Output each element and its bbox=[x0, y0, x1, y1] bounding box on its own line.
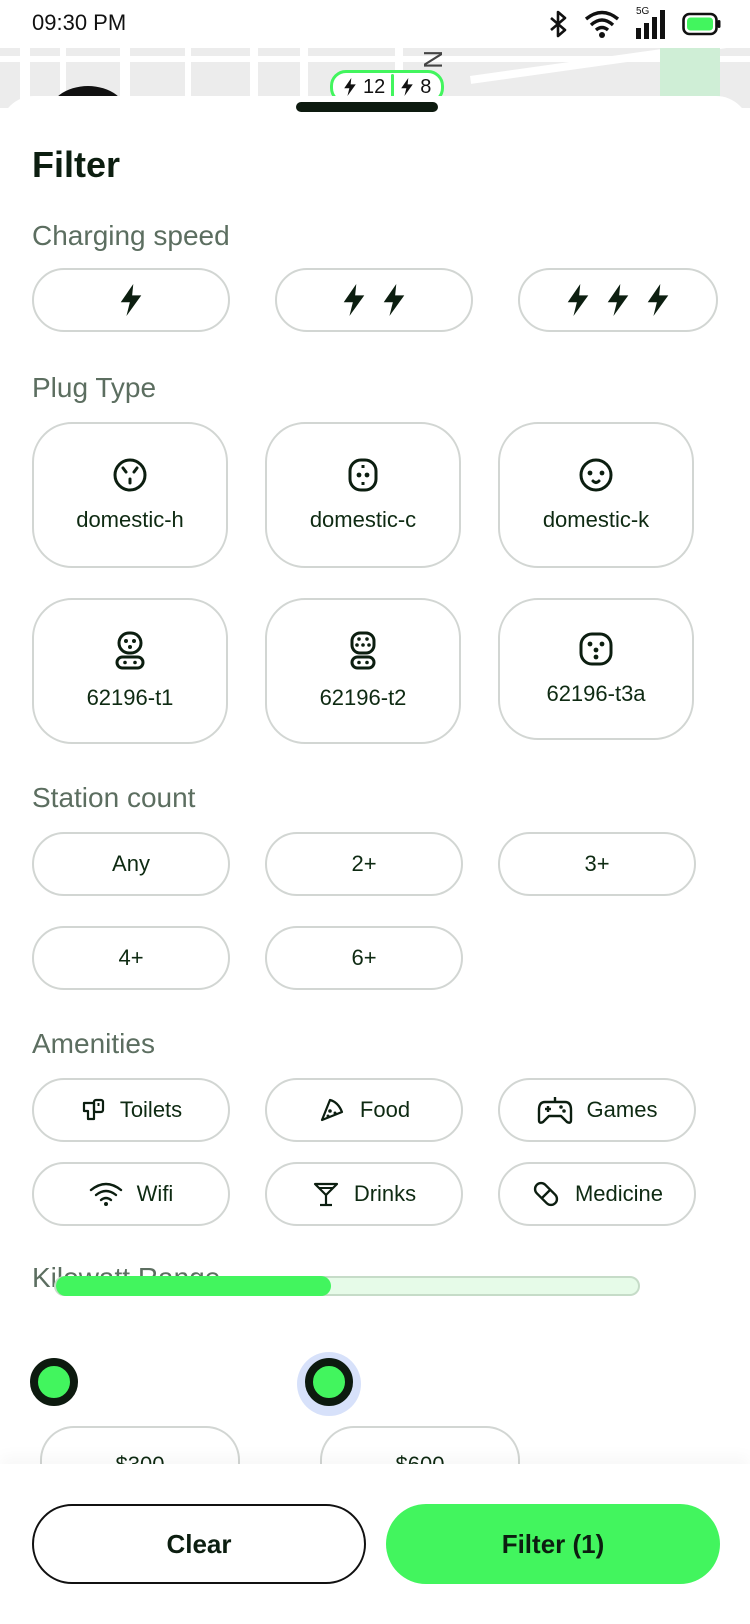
sheet-drag-handle[interactable] bbox=[296, 102, 438, 112]
filter-button[interactable]: Filter (1) bbox=[386, 1504, 720, 1584]
action-footer: Clear Filter (1) bbox=[0, 1464, 750, 1624]
status-time: 09:30 PM bbox=[32, 10, 127, 35]
plug-label: 62196-t2 bbox=[319, 685, 407, 710]
plug-option-62196-t2[interactable]: 62196-t2 bbox=[265, 598, 461, 744]
bolt-icon bbox=[343, 78, 357, 96]
plug-domestic-c-icon bbox=[345, 457, 381, 493]
amenity-wifi[interactable]: Wifi bbox=[32, 1162, 230, 1226]
page-title: Filter bbox=[32, 144, 121, 185]
speed-option-medium[interactable] bbox=[275, 268, 473, 332]
battery-icon bbox=[682, 12, 722, 36]
speed-option-slow[interactable] bbox=[32, 268, 230, 332]
plug-label: 62196-t3a bbox=[546, 681, 646, 706]
amenity-games[interactable]: Games bbox=[498, 1078, 696, 1142]
range-max-value[interactable]: $600 bbox=[320, 1426, 520, 1466]
bolt-icon bbox=[605, 284, 631, 316]
signal-icon: 5G bbox=[634, 6, 668, 40]
plug-label: 62196-t1 bbox=[86, 685, 174, 710]
plug-62196-t1-icon bbox=[115, 631, 145, 671]
amenity-label: Toilets bbox=[119, 1097, 183, 1122]
station-count-any[interactable]: Any bbox=[32, 832, 230, 896]
station-count-label: Station count bbox=[32, 782, 196, 813]
bolt-icon bbox=[118, 284, 144, 316]
amenity-label: Games bbox=[586, 1097, 658, 1122]
station-count-3-plus[interactable]: 3+ bbox=[498, 832, 696, 896]
slider-fill bbox=[56, 1276, 332, 1296]
gamepad-icon bbox=[537, 1094, 573, 1126]
pill-icon bbox=[531, 1179, 561, 1209]
amenity-medicine[interactable]: Medicine bbox=[498, 1162, 696, 1226]
amenity-toilets[interactable]: Toilets bbox=[32, 1078, 230, 1142]
amenity-food[interactable]: Food bbox=[265, 1078, 463, 1142]
speed-option-fast[interactable] bbox=[518, 268, 718, 332]
plug-type-label: Plug Type bbox=[32, 372, 157, 403]
plug-option-domestic-c[interactable]: domestic-c bbox=[265, 422, 461, 568]
filter-sheet: Filter Charging speed Plug Type domestic… bbox=[0, 96, 750, 1624]
kilowatt-range-slider[interactable] bbox=[54, 1276, 640, 1296]
amenity-label: Drinks bbox=[353, 1181, 417, 1206]
plug-domestic-h-icon bbox=[112, 457, 148, 493]
plug-domestic-k-icon bbox=[578, 457, 614, 493]
station-count-4-plus[interactable]: 4+ bbox=[32, 926, 230, 990]
cocktail-icon bbox=[312, 1180, 340, 1208]
plug-option-62196-t1[interactable]: 62196-t1 bbox=[32, 598, 228, 744]
bolt-icon bbox=[341, 284, 367, 316]
clear-button[interactable]: Clear bbox=[32, 1504, 366, 1584]
plug-option-62196-t3a[interactable]: 62196-t3a bbox=[498, 598, 694, 740]
slider-knob-min[interactable] bbox=[30, 1358, 78, 1406]
amenity-drinks[interactable]: Drinks bbox=[265, 1162, 463, 1226]
range-min-value[interactable]: $300 bbox=[40, 1426, 240, 1466]
pizza-icon bbox=[318, 1096, 346, 1124]
bluetooth-icon bbox=[548, 10, 570, 38]
charging-speed-label: Charging speed bbox=[32, 220, 230, 251]
status-bar: 09:30 PM 5G bbox=[0, 0, 750, 48]
wifi-icon bbox=[89, 1181, 123, 1207]
bolt-icon bbox=[381, 284, 407, 316]
plug-label: domestic-k bbox=[542, 507, 650, 532]
plug-option-domestic-k[interactable]: domestic-k bbox=[498, 422, 694, 568]
toilet-icon bbox=[80, 1097, 106, 1123]
plug-label: domestic-c bbox=[309, 507, 417, 532]
plug-label: domestic-h bbox=[76, 507, 184, 532]
bolt-icon bbox=[645, 284, 671, 316]
network-type: 5G bbox=[636, 6, 650, 17]
bolt-icon bbox=[565, 284, 591, 316]
plug-62196-t3a-icon bbox=[578, 631, 614, 667]
amenity-label: Food bbox=[359, 1097, 411, 1122]
wifi-icon bbox=[584, 10, 620, 38]
station-count-2-plus[interactable]: 2+ bbox=[265, 832, 463, 896]
amenity-label: Medicine bbox=[574, 1181, 664, 1206]
bolt-icon bbox=[400, 78, 414, 96]
amenities-label: Amenities bbox=[32, 1028, 155, 1059]
plug-option-domestic-h[interactable]: domestic-h bbox=[32, 422, 228, 568]
status-icons: 5G bbox=[548, 6, 722, 40]
amenity-label: Wifi bbox=[136, 1181, 174, 1206]
station-count-6-plus[interactable]: 6+ bbox=[265, 926, 463, 990]
plug-62196-t2-icon bbox=[348, 631, 378, 671]
